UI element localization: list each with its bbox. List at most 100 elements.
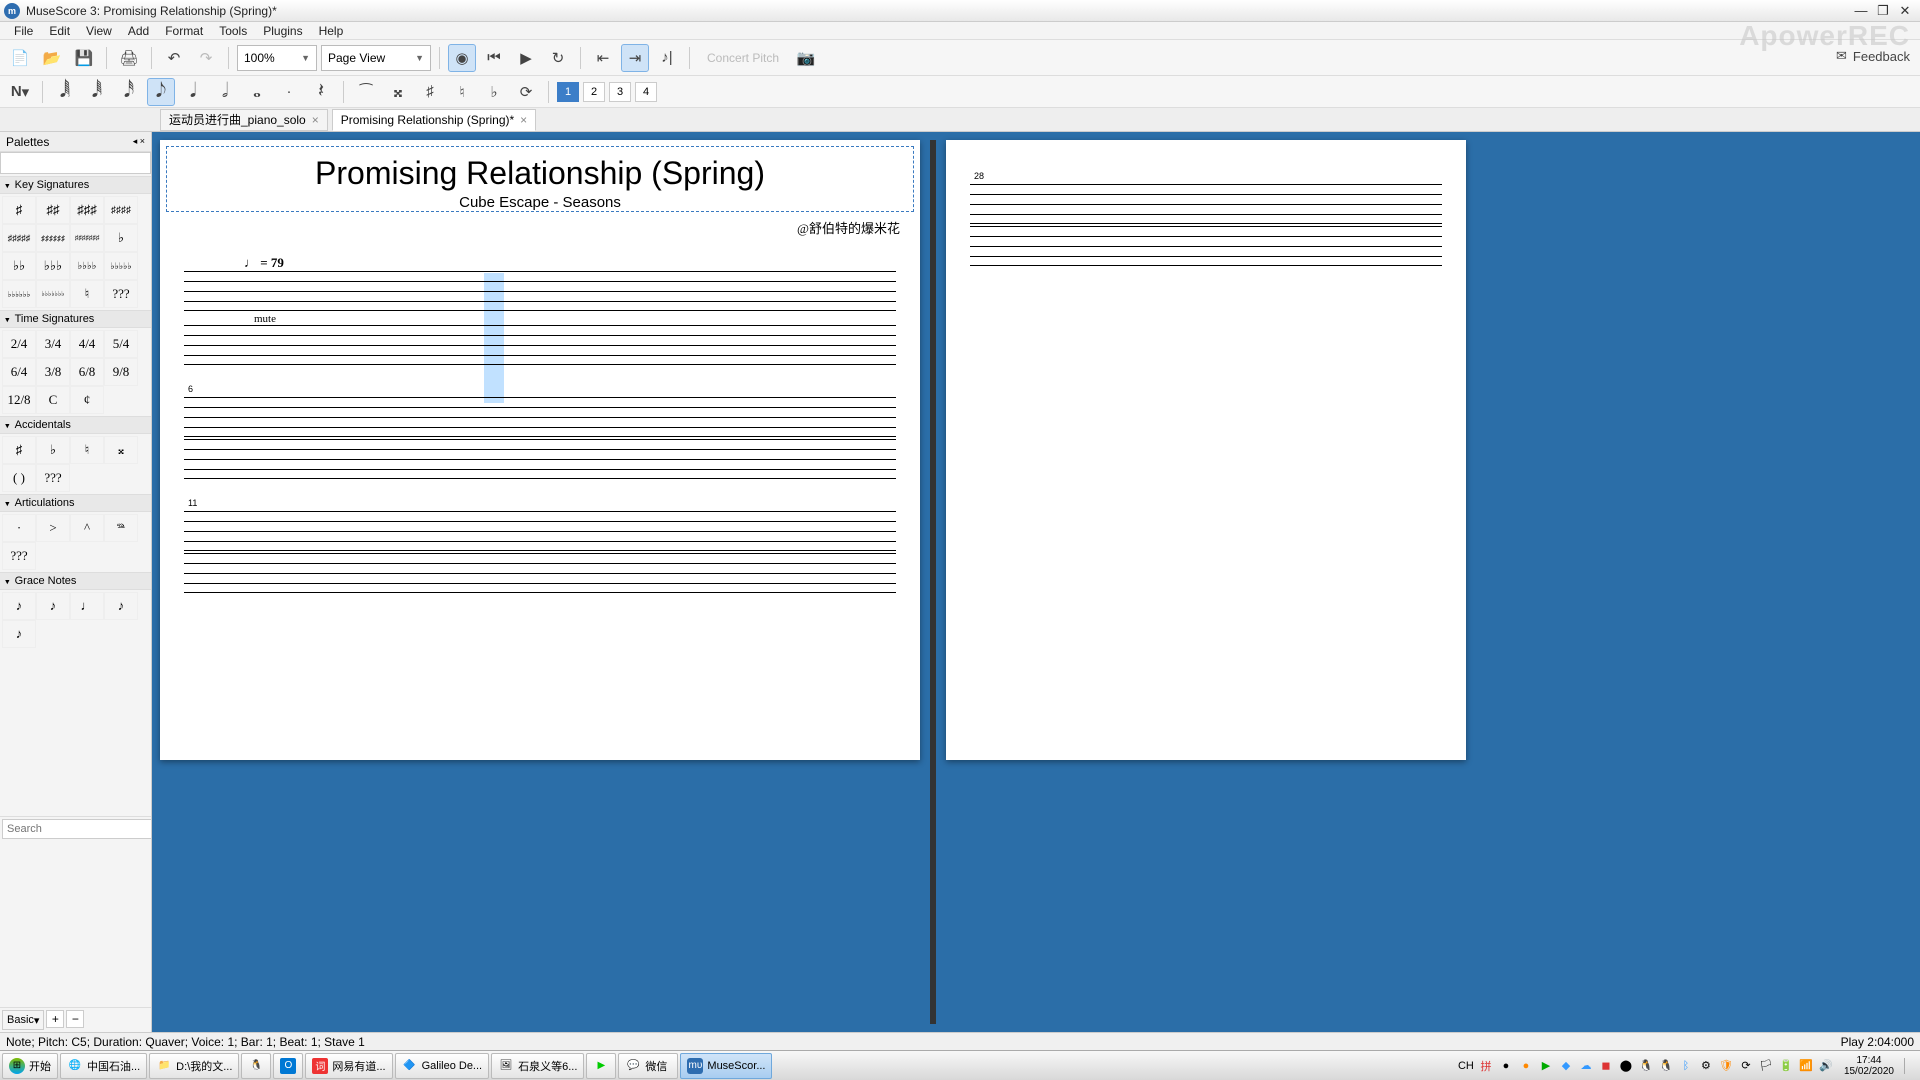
art-cell[interactable]: > [36, 514, 70, 542]
art-cell[interactable]: · [2, 514, 36, 542]
battery-icon[interactable]: 🔋 [1778, 1058, 1794, 1074]
timesig-cell[interactable]: 6/4 [2, 358, 36, 386]
double-sharp-button[interactable]: 𝄪 [384, 78, 412, 106]
palette-remove-button[interactable]: − [66, 1010, 84, 1028]
open-file-button[interactable]: 📂 [38, 44, 66, 72]
composer[interactable]: @舒伯特的爆米花 [160, 218, 920, 237]
timesig-cell[interactable]: 3/8 [36, 358, 70, 386]
keysig-cell[interactable]: ♭♭♭ [36, 252, 70, 280]
64th-note-button[interactable]: 𝅘𝅥𝅲 [51, 78, 79, 106]
art-cell[interactable]: ^ [70, 514, 104, 542]
tray-icon[interactable]: 🛡 [1718, 1058, 1734, 1074]
loop-out-button[interactable]: ⇥ [621, 44, 649, 72]
staff-system-3[interactable]: 11 [184, 497, 896, 593]
grace-cell[interactable]: ♪ [2, 620, 36, 648]
tray-icon[interactable]: ▶ [1538, 1058, 1554, 1074]
timesig-cell[interactable]: ¢ [70, 386, 104, 414]
keysig-cell[interactable]: ♭♭♭♭♭ [104, 252, 138, 280]
acc-cell[interactable]: ??? [36, 464, 70, 492]
natural-button[interactable]: ♮ [448, 78, 476, 106]
timesig-cell[interactable]: C [36, 386, 70, 414]
tray-icon[interactable]: ⚙ [1698, 1058, 1714, 1074]
tray-icon[interactable]: 🏳 [1758, 1058, 1774, 1074]
close-tab-icon[interactable]: × [520, 113, 527, 127]
play-button[interactable]: ▶ [512, 44, 540, 72]
task-video[interactable]: ▶ [586, 1053, 616, 1079]
task-youdao[interactable]: 词网易有道... [305, 1053, 392, 1079]
menu-format[interactable]: Format [157, 23, 211, 39]
palette-search-input[interactable] [2, 819, 152, 839]
palette-add-button[interactable]: + [46, 1010, 64, 1028]
32nd-note-button[interactable]: 𝅘𝅥𝅱 [83, 78, 111, 106]
timesig-cell[interactable]: 9/8 [104, 358, 138, 386]
clock[interactable]: 17:44 15/02/2020 [1838, 1055, 1900, 1077]
score-page-2[interactable]: 28 [946, 140, 1466, 760]
keysig-cell[interactable]: ♯♯♯♯♯ [2, 224, 36, 252]
task-wechat[interactable]: 💬微信 [618, 1053, 678, 1079]
voice-3-button[interactable]: 3 [609, 82, 631, 102]
flip-button[interactable]: ⟳ [512, 78, 540, 106]
tempo-marking[interactable]: ♩ = 79 [244, 255, 896, 271]
menu-help[interactable]: Help [311, 23, 352, 39]
sharp-button[interactable]: ♯ [416, 78, 444, 106]
keysig-cell[interactable]: ♮ [70, 280, 104, 308]
note-input-button[interactable]: N▾ [6, 78, 34, 106]
articulations-section[interactable]: ▾ Articulations [0, 494, 151, 512]
menu-tools[interactable]: Tools [211, 23, 255, 39]
grace-cell[interactable]: ♪ [104, 592, 138, 620]
close-button[interactable]: ✕ [1894, 2, 1916, 20]
treble-staff[interactable] [184, 511, 896, 551]
count-in-button[interactable]: ♪| [653, 44, 681, 72]
tray-icon[interactable]: 🐧 [1658, 1058, 1674, 1074]
tab-other-score[interactable]: 运动员进行曲_piano_solo × [160, 109, 328, 131]
mute-text[interactable]: mute [254, 313, 966, 325]
palette-preset-combo[interactable]: Basic ▾ [2, 1010, 44, 1030]
task-explorer[interactable]: 📁D:\我的文... [149, 1053, 239, 1079]
flat-button[interactable]: ♭ [480, 78, 508, 106]
undo-button[interactable]: ↶ [160, 44, 188, 72]
feedback-link[interactable]: ✉ Feedback [1836, 48, 1910, 64]
palette-top-input[interactable] [0, 152, 151, 174]
timesig-cell[interactable]: 3/4 [36, 330, 70, 358]
tab-current-score[interactable]: Promising Relationship (Spring)* × [332, 109, 536, 131]
tray-icon[interactable]: ☁ [1578, 1058, 1594, 1074]
timesig-cell[interactable]: 6/8 [70, 358, 104, 386]
view-mode-combo[interactable]: Page View▼ [321, 45, 431, 71]
menu-edit[interactable]: Edit [41, 23, 78, 39]
zoom-combo[interactable]: 100%▼ [237, 45, 317, 71]
tray-icon[interactable]: ● [1498, 1058, 1514, 1074]
tray-icon[interactable]: ◆ [1558, 1058, 1574, 1074]
start-button[interactable]: ⊞ 开始 [2, 1053, 58, 1079]
bluetooth-icon[interactable]: ᛒ [1678, 1058, 1694, 1074]
treble-staff[interactable] [184, 397, 896, 437]
keysig-cell[interactable]: ♯♯♯♯♯♯ [36, 224, 70, 252]
tray-icon[interactable]: ⬤ [1618, 1058, 1634, 1074]
save-button[interactable]: 💾 [70, 44, 98, 72]
timesig-cell[interactable]: 4/4 [70, 330, 104, 358]
loop-in-button[interactable]: ⇤ [589, 44, 617, 72]
grace-cell[interactable]: ♩ [70, 592, 104, 620]
staff-system-1[interactable]: ♩ = 79 mute [184, 255, 896, 365]
staff-system-2[interactable]: 6 [184, 383, 896, 479]
quarter-note-button[interactable]: 𝅘𝅥 [179, 78, 207, 106]
score-subtitle[interactable]: Cube Escape - Seasons [167, 194, 913, 211]
gracenotes-section[interactable]: ▾ Grace Notes [0, 572, 151, 590]
task-qq[interactable]: 🐧 [241, 1053, 271, 1079]
menu-file[interactable]: File [6, 23, 41, 39]
tray-icon[interactable]: ● [1518, 1058, 1534, 1074]
bass-staff[interactable] [184, 439, 896, 479]
tray-icon[interactable]: 🐧 [1638, 1058, 1654, 1074]
keysig-cell[interactable]: ♭♭♭♭♭♭ [2, 280, 36, 308]
task-musescore[interactable]: mυMuseScor... [680, 1053, 772, 1079]
close-tab-icon[interactable]: × [312, 113, 319, 127]
volume-icon[interactable]: 🔊 [1818, 1058, 1834, 1074]
grace-cell[interactable]: ♪ [2, 592, 36, 620]
keysig-cell[interactable]: ♭♭♭♭ [70, 252, 104, 280]
new-file-button[interactable]: 📄 [6, 44, 34, 72]
accidentals-section[interactable]: ▾ Accidentals [0, 416, 151, 434]
rest-button[interactable]: 𝄽 [307, 78, 335, 106]
acc-cell[interactable]: ♭ [36, 436, 70, 464]
minimize-button[interactable]: — [1850, 2, 1872, 20]
show-desktop-button[interactable] [1904, 1058, 1914, 1074]
network-icon[interactable]: 📶 [1798, 1058, 1814, 1074]
